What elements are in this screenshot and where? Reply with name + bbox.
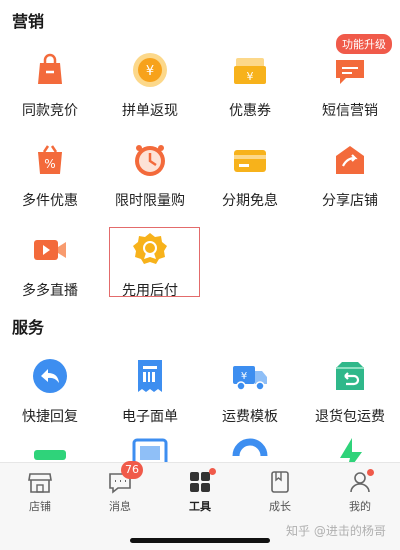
alarm-clock-icon [130,140,170,180]
coupon-ticket-icon: ¥ [230,50,270,90]
discount-bag-icon: % [30,140,70,180]
grid-item-coupon[interactable]: ¥ 优惠券 [200,36,300,132]
grid-item-limited-time-purchase[interactable]: 限时限量购 [100,126,200,222]
feature-upgrade-badge: 功能升级 [336,34,392,54]
item-label: 分享店铺 [322,193,378,209]
grid-item-return-shipping-cover[interactable]: 退货包运费 [300,342,400,438]
partial-lightning-icon [330,436,370,462]
item-label: 同款竞价 [22,103,78,119]
tools-grid-icon [187,468,216,495]
svg-text:%: % [44,157,55,171]
marketing-section-title: 营销 [12,12,45,31]
reply-icon [30,356,70,396]
message-icon: 76 [107,461,143,495]
partial-chart-icon [230,436,270,462]
shopping-bag-icon [30,50,70,90]
service-section-title: 服务 [12,318,45,337]
grid-item-multi-item-discount[interactable]: % 多件优惠 [0,126,100,222]
grid-item-group-cashback[interactable]: ¥ 拼单返现 [100,36,200,132]
live-video-icon [30,230,70,270]
item-label: 运费模板 [222,409,278,425]
tab-label: 消息 [109,500,131,513]
tab-label: 成长 [269,500,291,513]
partial-service-row [0,436,400,462]
tab-growth[interactable]: 成长 [250,469,310,519]
tab-profile[interactable]: 我的 [330,469,390,519]
partial-scan-icon [130,436,170,462]
item-label: 限时限量购 [115,193,185,209]
item-label: 电子面单 [122,409,178,425]
grid-item-installment-interest-free[interactable]: 分期免息 [200,126,300,222]
grid-item-share-store[interactable]: 分享店铺 [300,126,400,222]
item-label: 快捷回复 [22,409,78,425]
item-label: 拼单返现 [122,103,178,119]
tab-store[interactable]: 店铺 [10,469,70,519]
grid-item-same-item-bidding[interactable]: 同款竞价 [0,36,100,132]
tools-notification-dot [209,468,216,475]
item-label: 短信营销 [322,103,378,119]
return-package-icon [330,356,370,396]
home-indicator [130,538,270,543]
item-label: 分期免息 [222,193,278,209]
share-store-icon [330,140,370,180]
item-label: 优惠券 [229,103,271,119]
e-waybill-icon [130,356,170,396]
svg-text:¥: ¥ [146,64,154,79]
grid-item-shipping-template[interactable]: ¥ 运费模板 [200,342,300,438]
grid-item-duoduo-live[interactable]: 多多直播 [0,216,100,312]
book-icon [267,469,293,495]
message-count-badge: 76 [121,461,143,479]
profile-notification-dot [367,469,374,476]
tab-tools[interactable]: 工具 [170,468,230,519]
item-label: 退货包运费 [315,409,385,425]
item-label: 多多直播 [22,283,78,299]
svg-text:¥: ¥ [241,371,247,382]
partial-green-icon [30,436,70,462]
profile-icon [347,469,374,495]
tab-label: 我的 [349,500,371,513]
sms-message-icon [330,50,370,90]
credit-card-icon [230,140,270,180]
yen-coin-icon: ¥ [130,50,170,90]
svg-text:¥: ¥ [247,70,254,83]
grid-item-quick-reply[interactable]: 快捷回复 [0,342,100,438]
tab-label: 店铺 [29,500,51,513]
highlight-box [109,227,200,297]
watermark: 知乎 @进击的杨哥 [286,524,386,538]
delivery-truck-icon: ¥ [230,356,270,396]
tab-label: 工具 [189,500,211,513]
tab-messages[interactable]: 76 消息 [90,461,150,519]
store-icon [27,469,53,495]
item-label: 多件优惠 [22,193,78,209]
grid-item-electronic-waybill[interactable]: 电子面单 [100,342,200,438]
